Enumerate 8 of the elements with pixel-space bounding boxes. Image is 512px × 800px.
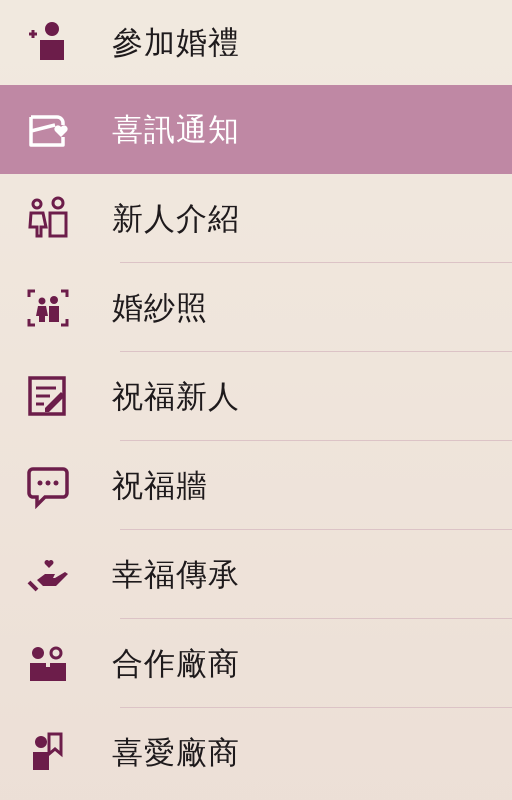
- menu-item[interactable]: 幸福傳承: [0, 530, 512, 619]
- menu-item[interactable]: 祝福牆: [0, 441, 512, 530]
- menu-item[interactable]: 參加婚禮: [0, 0, 512, 85]
- menu-item[interactable]: 新人介紹: [0, 174, 512, 263]
- menu-item[interactable]: 喜愛廠商: [0, 708, 512, 797]
- menu-item[interactable]: 合作廠商: [0, 619, 512, 708]
- menu-item[interactable]: 婚紗照: [0, 263, 512, 352]
- menu-item[interactable]: 祝福新人: [0, 352, 512, 441]
